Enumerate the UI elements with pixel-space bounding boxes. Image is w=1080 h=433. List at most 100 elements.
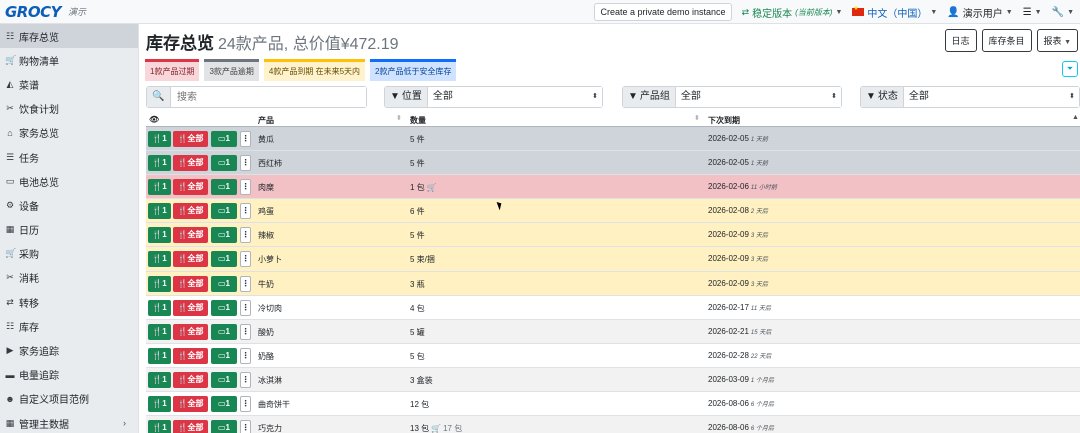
search-input[interactable]: [171, 87, 366, 107]
open-one-button[interactable]: ▭1: [211, 275, 237, 292]
product-name[interactable]: 西红柿: [258, 158, 282, 169]
sidebar-item-chore-tracking[interactable]: ▶ 家务追踪: [0, 338, 138, 362]
expired-badge[interactable]: 1款产品过期: [145, 59, 200, 81]
row-menu-button[interactable]: ⋮: [240, 420, 251, 433]
sidebar-item-battery-tracking[interactable]: ▬ 电量追踪: [0, 363, 138, 387]
open-one-button[interactable]: ▭1: [211, 179, 237, 196]
sidebar-item-batteries[interactable]: ▭ 电池总览: [0, 169, 138, 193]
row-menu-button[interactable]: ⋮: [240, 179, 251, 196]
reports-button[interactable]: 报表 ▼: [1036, 29, 1078, 52]
open-one-button[interactable]: ▭1: [211, 420, 237, 433]
consume-all-button[interactable]: 🍴全部: [173, 131, 208, 147]
consume-all-button[interactable]: 🍴全部: [173, 396, 208, 413]
group-select[interactable]: 全部 ⬍: [675, 87, 841, 107]
consume-all-button[interactable]: 🍴全部: [173, 420, 208, 433]
sidebar-item-tasks[interactable]: ☰ 任务: [0, 145, 138, 169]
product-name[interactable]: 巧克力: [258, 423, 282, 433]
row-menu-button[interactable]: ⋮: [240, 203, 251, 220]
sidebar-item-calendar[interactable]: ▦ 日历: [0, 218, 138, 242]
brand-logo[interactable]: GROCY: [5, 3, 61, 21]
product-name[interactable]: 黄瓜: [258, 134, 274, 145]
consume-one-button[interactable]: 🍴1: [148, 396, 171, 413]
row-menu-button[interactable]: ⋮: [240, 227, 251, 244]
col-header-due[interactable]: 下次到期: [708, 115, 740, 126]
row-menu-button[interactable]: ⋮: [240, 323, 251, 340]
consume-all-button[interactable]: 🍴全部: [173, 251, 208, 268]
product-name[interactable]: 酸奶: [258, 327, 274, 338]
journal-button[interactable]: 日志: [944, 29, 977, 52]
filter-toggle-icon[interactable]: ⏷: [1062, 61, 1078, 77]
sidebar-item-inventory[interactable]: ☷ 库存: [0, 314, 138, 338]
row-menu-button[interactable]: ⋮: [240, 347, 251, 364]
product-name[interactable]: 辣椒: [258, 230, 274, 241]
consume-one-button[interactable]: 🍴1: [148, 420, 171, 433]
sidebar-item-transfer[interactable]: ⇄ 转移: [0, 290, 138, 314]
sidebar-item-stock-overview[interactable]: ☷ 库存总览: [0, 24, 138, 49]
consume-one-button[interactable]: 🍴1: [148, 299, 171, 316]
status-select[interactable]: 全部 ⬍: [903, 87, 1079, 107]
open-one-button[interactable]: ▭1: [211, 203, 237, 220]
version-indicator[interactable]: ⇄ 稳定版本 (当前版本) ▼: [742, 5, 843, 20]
sidebar-item-meal-plan[interactable]: ✂ 饮食计划: [0, 97, 138, 121]
row-menu-button[interactable]: ⋮: [240, 396, 251, 413]
stock-entries-button[interactable]: 库存条目: [981, 29, 1032, 52]
open-one-button[interactable]: ▭1: [211, 299, 237, 316]
overdue-badge[interactable]: 3款产品逾期: [204, 59, 259, 81]
open-one-button[interactable]: ▭1: [211, 155, 237, 172]
product-name[interactable]: 小萝卜: [258, 254, 282, 265]
row-menu-button[interactable]: ⋮: [240, 251, 251, 268]
consume-one-button[interactable]: 🍴1: [148, 227, 171, 244]
sidebar-item-consume[interactable]: ✂ 消耗: [0, 266, 138, 290]
sidebar-item-custom-entities[interactable]: ☻ 自定义项目范例: [0, 387, 138, 411]
open-one-button[interactable]: ▭1: [211, 227, 237, 244]
location-select[interactable]: 全部 ⬍: [427, 87, 602, 107]
open-one-button[interactable]: ▭1: [211, 371, 237, 388]
open-one-button[interactable]: ▭1: [211, 347, 237, 364]
consume-one-button[interactable]: 🍴1: [148, 155, 171, 172]
sidebar-item-chores[interactable]: ⌂ 家务总览: [0, 121, 138, 145]
row-menu-button[interactable]: ⋮: [240, 131, 251, 147]
consume-all-button[interactable]: 🍴全部: [173, 323, 208, 340]
open-one-button[interactable]: ▭1: [211, 131, 237, 147]
row-menu-button[interactable]: ⋮: [240, 275, 251, 292]
eye-icon[interactable]: 👁: [149, 115, 159, 124]
tools-menu[interactable]: 🔧 ▼: [1052, 7, 1074, 18]
below-min-stock-badge[interactable]: 2款产品低于安全库存: [370, 59, 457, 81]
consume-one-button[interactable]: 🍴1: [148, 131, 171, 147]
row-menu-button[interactable]: ⋮: [240, 155, 251, 172]
user-menu[interactable]: 👤 演示用户 ▼: [947, 5, 1012, 20]
due-soon-badge[interactable]: 4款产品到期 在未来5天内: [263, 59, 366, 81]
col-header-amount[interactable]: 数量: [410, 115, 426, 126]
consume-all-button[interactable]: 🍴全部: [173, 371, 208, 388]
col-header-product[interactable]: 产品: [258, 115, 274, 126]
sidebar-item-purchase[interactable]: 🛒 采购: [0, 242, 138, 266]
consume-one-button[interactable]: 🍴1: [148, 347, 171, 364]
product-name[interactable]: 冰淇淋: [258, 375, 282, 386]
consume-all-button[interactable]: 🍴全部: [173, 155, 208, 172]
consume-all-button[interactable]: 🍴全部: [173, 203, 208, 220]
consume-one-button[interactable]: 🍴1: [148, 251, 171, 268]
open-one-button[interactable]: ▭1: [211, 251, 237, 268]
consume-one-button[interactable]: 🍴1: [148, 323, 171, 340]
sidebar-item-recipes[interactable]: ◭ 菜谱: [0, 72, 138, 96]
consume-one-button[interactable]: 🍴1: [148, 179, 171, 196]
product-name[interactable]: 奶酪: [258, 351, 274, 362]
open-one-button[interactable]: ▭1: [211, 323, 237, 340]
sidebar-item-master-data[interactable]: ▦ 管理主数据 ›: [0, 411, 138, 433]
product-name[interactable]: 冷切肉: [258, 303, 282, 314]
product-name[interactable]: 牛奶: [258, 279, 274, 290]
sidebar-item-equipment[interactable]: ⚙ 设备: [0, 193, 138, 217]
consume-all-button[interactable]: 🍴全部: [173, 299, 208, 316]
product-name[interactable]: 鸡蛋: [258, 206, 274, 217]
consume-one-button[interactable]: 🍴1: [148, 203, 171, 220]
row-menu-button[interactable]: ⋮: [240, 371, 251, 388]
consume-all-button[interactable]: 🍴全部: [173, 275, 208, 292]
open-one-button[interactable]: ▭1: [211, 396, 237, 413]
consume-one-button[interactable]: 🍴1: [148, 275, 171, 292]
consume-all-button[interactable]: 🍴全部: [173, 347, 208, 364]
product-name[interactable]: 曲奇饼干: [258, 399, 290, 410]
consume-one-button[interactable]: 🍴1: [148, 371, 171, 388]
language-selector[interactable]: 中文（中国） ▼: [852, 5, 937, 20]
product-name[interactable]: 肉糜: [258, 182, 274, 193]
row-menu-button[interactable]: ⋮: [240, 299, 251, 316]
